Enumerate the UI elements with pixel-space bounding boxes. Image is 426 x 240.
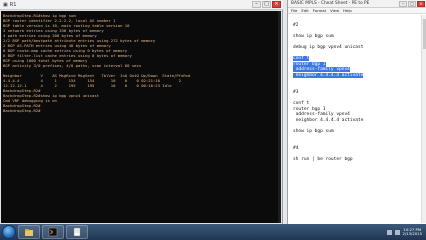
notepad-line-text: sh run | be router bgp	[293, 156, 353, 162]
notepad-titlebar[interactable]: BASIC MPLS - Cheat Sheet - PE to PE – □ …	[288, 0, 426, 8]
notepad-line-text: address-family vpnv4	[293, 112, 350, 118]
terminal-scrollbar[interactable]	[278, 11, 281, 223]
menu-item[interactable]: Help	[343, 8, 352, 13]
maximize-button[interactable]: □	[262, 1, 271, 8]
notepad-line-text: router bgp 1	[293, 106, 326, 112]
taskbar-explorer-icon[interactable]	[18, 225, 40, 239]
notepad-line-text: debug ip bgp vpnv4 unicast	[293, 44, 364, 50]
network-icon[interactable]	[386, 229, 392, 235]
terminal-line: BackdropStep-R2#	[3, 108, 41, 113]
system-tray: 10:27 PM 2/13/2015	[386, 227, 426, 237]
notepad-line-text: address-family vpnv4	[293, 67, 350, 73]
clock[interactable]: 10:27 PM 2/13/2015	[402, 227, 422, 237]
notepad-text-area[interactable]: #2 show ip bgp sum debug ip bgp vpnv4 unic…	[289, 15, 421, 223]
maximize-button[interactable]: □	[408, 0, 416, 7]
terminal-app-icon: ▣	[3, 1, 8, 8]
notepad-line-text: neighbor 4.4.4.4 activate	[293, 72, 364, 78]
menu-item[interactable]: View	[330, 8, 339, 13]
taskbar-terminal-icon[interactable]	[42, 225, 64, 239]
notepad-line-text: #4	[293, 145, 299, 151]
notepad-line-text: #2	[293, 22, 299, 28]
terminal-title: R1	[9, 1, 17, 8]
notepad-title: BASIC MPLS - Cheat Sheet - PE to PE	[291, 1, 370, 6]
notepad-line-text: neighbor 4.4.4.4 activate	[293, 117, 364, 123]
menu-item[interactable]: Format	[313, 8, 326, 13]
notepad-line-text: router bgp 1	[293, 61, 326, 67]
notepad-scrollbar[interactable]	[421, 15, 426, 223]
close-button[interactable]: ×	[272, 1, 281, 8]
notepad-line: sh run | be router bgp	[293, 157, 417, 163]
notepad-line-text: show ip bgp sum	[293, 33, 334, 39]
start-button[interactable]	[2, 225, 16, 239]
notepad-menubar: File Edit Format View Help	[288, 8, 426, 14]
taskbar-notepad-icon[interactable]	[66, 225, 88, 239]
taskbar: 10:27 PM 2/13/2015	[0, 224, 426, 240]
minimize-button[interactable]: –	[252, 1, 261, 8]
clock-date: 2/13/2015	[402, 231, 422, 236]
close-button[interactable]: ×	[417, 0, 425, 7]
terminal-window[interactable]: ▣ R1 – □ × BackdropStep-R1#show ip bgp s…	[0, 0, 283, 224]
menu-item[interactable]: File	[291, 8, 297, 13]
terminal-output[interactable]: BackdropStep-R1#show ip bgp sum BGP route…	[1, 11, 281, 223]
notepad-line-text: conf t	[293, 100, 310, 106]
menu-item[interactable]: Edit	[301, 8, 308, 13]
terminal-titlebar[interactable]: ▣ R1 – □ ×	[0, 0, 283, 10]
notepad-line-text: #3	[293, 89, 299, 95]
minimize-button[interactable]: –	[399, 0, 407, 7]
notepad-line-text: show ip bgp sum	[293, 128, 334, 134]
notepad-window[interactable]: BASIC MPLS - Cheat Sheet - PE to PE – □ …	[287, 0, 426, 224]
volume-icon[interactable]	[394, 229, 400, 235]
notepad-line-text: conf t	[293, 56, 310, 62]
